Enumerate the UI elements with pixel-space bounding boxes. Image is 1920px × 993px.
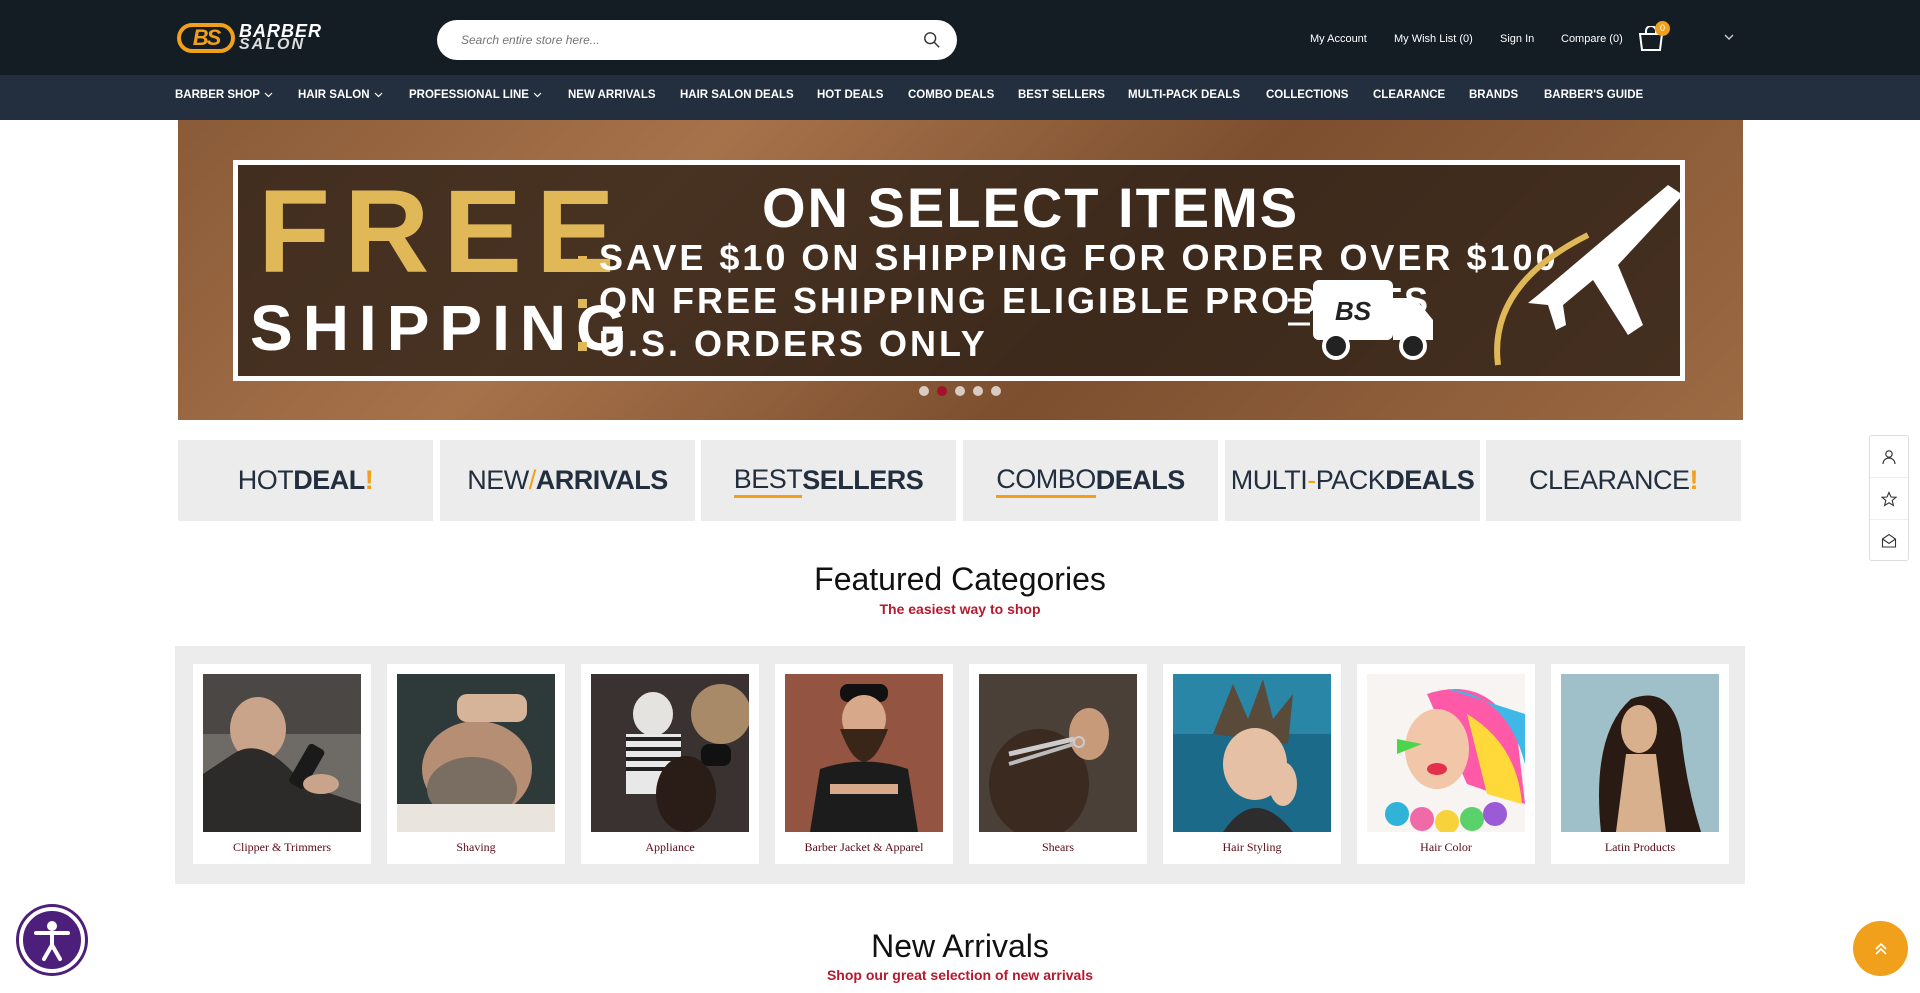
nav-best-sellers[interactable]: BEST SELLERS <box>1018 89 1105 101</box>
truck-icon: BS <box>1288 280 1433 360</box>
banner-headline: ON SELECT ITEMS <box>762 176 1300 239</box>
category-label: Barber Jacket & Apparel <box>804 840 924 854</box>
new-arrivals-title: New Arrivals <box>871 928 1049 964</box>
carousel-dot[interactable] <box>919 386 929 396</box>
category-label: Clipper & Trimmers <box>232 840 331 854</box>
compare-link[interactable]: Compare (0) <box>1561 33 1623 45</box>
carousel-dot[interactable] <box>991 386 1001 396</box>
chevron-down-icon <box>264 92 273 98</box>
side-quick-links <box>1869 435 1909 561</box>
banner-line: U.S. ORDERS ONLY <box>578 323 988 365</box>
featured-subtitle: The easiest way to shop <box>879 601 1041 617</box>
category-image <box>1173 674 1331 832</box>
nav-barbers-guide[interactable]: BARBER'S GUIDE <box>1544 89 1643 101</box>
category-image <box>785 674 943 832</box>
featured-title: Featured Categories <box>814 561 1106 597</box>
nav-clearance[interactable]: CLEARANCE <box>1373 89 1445 101</box>
category-card[interactable]: Shaving <box>387 664 565 864</box>
category-card[interactable]: Appliance <box>581 664 759 864</box>
tile-combo-deals[interactable]: COMBO DEALS <box>963 440 1218 521</box>
search-box <box>437 20 957 60</box>
sign-in-link[interactable]: Sign In <box>1500 33 1534 45</box>
nav-hot-deals[interactable]: HOT DEALS <box>817 89 883 101</box>
carousel-dot[interactable] <box>973 386 983 396</box>
star-icon[interactable] <box>1870 478 1908 520</box>
category-grid: Clipper & Trimmers Shaving Appliance Bar… <box>175 646 1745 884</box>
category-image <box>397 674 555 832</box>
cart-count-badge: 0 <box>1655 21 1670 36</box>
carousel-dots <box>919 386 1001 396</box>
banner-frame: FREE SHIPPING ON SELECT ITEMS SAVE $10 O… <box>233 160 1685 381</box>
category-image <box>591 674 749 832</box>
search-icon[interactable] <box>923 31 941 49</box>
chevron-down-icon <box>533 92 542 98</box>
nav-barber-shop[interactable]: BARBER SHOP <box>175 89 273 101</box>
search-input[interactable] <box>461 20 901 60</box>
category-label: Shears <box>1042 840 1074 854</box>
nav-combo-deals[interactable]: COMBO DEALS <box>908 89 994 101</box>
category-card[interactable]: Shears <box>969 664 1147 864</box>
banner-free-text: FREE <box>258 166 629 298</box>
back-to-top-button[interactable] <box>1853 921 1908 976</box>
nav-brands[interactable]: BRANDS <box>1469 89 1518 101</box>
category-card[interactable]: Hair Color <box>1357 664 1535 864</box>
nav-new-arrivals[interactable]: NEW ARRIVALS <box>568 89 656 101</box>
svg-text:BS: BS <box>1335 296 1372 326</box>
category-label: Latin Products <box>1604 840 1676 854</box>
site-logo[interactable]: BS BARBER SALON <box>177 22 322 54</box>
chevron-down-icon <box>374 92 382 98</box>
hero-banner[interactable]: FREE SHIPPING ON SELECT ITEMS SAVE $10 O… <box>178 120 1743 420</box>
tile-clearance[interactable]: CLEARANCE! <box>1486 440 1741 521</box>
category-image <box>1367 674 1525 832</box>
category-image <box>203 674 361 832</box>
category-label: Appliance <box>645 840 695 854</box>
category-card[interactable]: Barber Jacket & Apparel <box>775 664 953 864</box>
my-account-link[interactable]: My Account <box>1310 33 1367 45</box>
category-image <box>1561 674 1719 832</box>
category-label: Shaving <box>456 840 496 854</box>
tile-hot-deal[interactable]: HOT DEAL! <box>178 440 433 521</box>
nav-hair-salon[interactable]: HAIR SALON <box>298 89 383 101</box>
carousel-dot[interactable] <box>955 386 965 396</box>
tile-multi-pack-deals[interactable]: MULTI - PACK DEALS <box>1225 440 1480 521</box>
category-label: Hair Styling <box>1222 840 1282 854</box>
accessibility-icon <box>34 921 70 961</box>
wish-list-link[interactable]: My Wish List (0) <box>1394 33 1473 45</box>
tile-new-arrivals[interactable]: NEW / ARRIVALS <box>440 440 695 521</box>
category-card[interactable]: Clipper & Trimmers <box>193 664 371 864</box>
category-image <box>979 674 1137 832</box>
account-icon[interactable] <box>1870 436 1908 478</box>
logo-text-sub: SALON <box>239 36 305 53</box>
chevron-down-icon[interactable] <box>1724 34 1734 41</box>
nav-professional-line[interactable]: PROFESSIONAL LINE <box>409 89 542 101</box>
airplane-icon <box>1494 185 1683 366</box>
category-label: Hair Color <box>1420 840 1472 854</box>
header-top-bar: BS BARBER SALON My Account My Wish List … <box>0 0 1920 75</box>
mail-icon[interactable] <box>1870 520 1908 562</box>
carousel-dot-active[interactable] <box>937 386 947 396</box>
category-card[interactable]: Hair Styling <box>1163 664 1341 864</box>
main-nav: BARBER SHOP HAIR SALON PROFESSIONAL LINE… <box>0 75 1920 120</box>
category-card[interactable]: Latin Products <box>1551 664 1729 864</box>
new-arrivals-subtitle: Shop our great selection of new arrivals <box>826 967 1094 983</box>
accessibility-button[interactable] <box>19 907 85 973</box>
logo-mark: BS <box>177 23 235 53</box>
double-chevron-up-icon <box>1874 942 1887 955</box>
nav-collections[interactable]: COLLECTIONS <box>1266 89 1348 101</box>
tile-best-sellers[interactable]: BEST SELLERS <box>701 440 956 521</box>
nav-multi-pack-deals[interactable]: MULTI-PACK DEALS <box>1128 89 1240 101</box>
nav-hair-salon-deals[interactable]: HAIR SALON DEALS <box>680 89 794 101</box>
